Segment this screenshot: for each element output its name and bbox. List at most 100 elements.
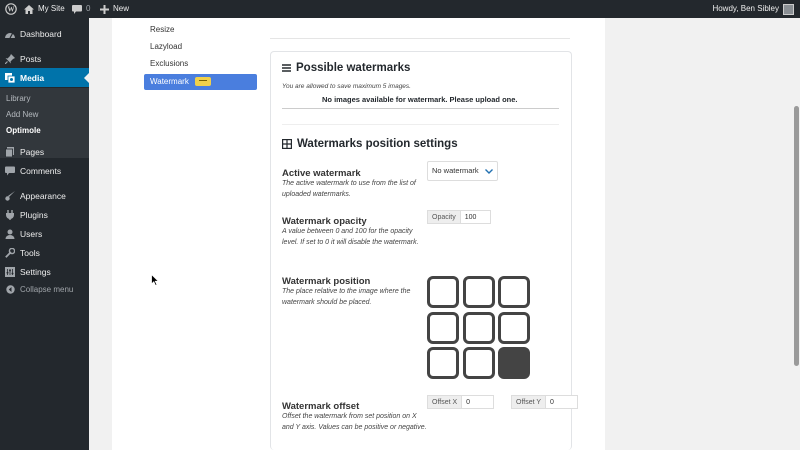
position-cell-bottom-center[interactable] [463,347,495,379]
scrollbar-thumb[interactable] [794,106,799,366]
submenu-item-library[interactable]: Library [6,94,30,103]
greeting: Howdy, Ben Sibley [712,4,779,13]
plugins-icon [0,209,20,220]
position-desc: The place relative to the image where th… [282,288,411,306]
sidebar-item-dashboard[interactable]: Dashboard [0,24,89,43]
active-watermark-desc: The active watermark to use from the lis… [282,180,416,198]
admin-bar: W My Site 0 New Howdy, Ben Sibley [0,0,800,18]
sidebar-item-label: Users [20,228,43,239]
site-link[interactable]: My Site [24,0,65,18]
select-value: No watermark [432,166,479,175]
tools-icon [0,247,20,258]
sidebar-item-tools[interactable]: Tools [0,243,89,262]
position-cell-middle-left[interactable] [427,312,459,344]
position-cell-center[interactable] [463,312,495,344]
offset-x-group: Offset X 0 [427,395,495,409]
opacity-title: Watermark opacity [282,216,367,227]
position-cell-bottom-right[interactable] [498,347,530,379]
position-cell-bottom-left[interactable] [427,347,459,379]
opacity-desc: A value between 0 and 100 for the opacit… [282,228,419,246]
tab-lazyload[interactable]: Lazyload [144,39,257,55]
collapse-menu-button[interactable]: Collapse menu [0,280,89,299]
submenu-item-add-new[interactable]: Add New [6,110,38,119]
possible-watermarks-heading: Possible watermarks [282,62,410,74]
max-images-note: You are allowed to save maximum 5 images… [282,83,411,90]
wordpress-logo-icon[interactable]: W [5,0,17,18]
opacity-input-group: Opacity 100 [427,210,491,224]
pages-icon [0,146,20,157]
avatar [783,3,794,15]
section-title: Watermarks position settings [297,138,458,150]
comment-bubble-icon [72,4,82,14]
new-badge-icon [194,77,211,87]
position-cell-middle-right[interactable] [498,312,530,344]
sidebar-item-label: Settings [20,266,51,277]
submenu-item-optimole[interactable]: Optimole [6,126,41,135]
appearance-icon [0,190,20,201]
opacity-input[interactable]: 100 [460,210,491,224]
offset-x-input[interactable]: 0 [462,395,495,409]
tab-resize[interactable]: Resize [144,22,257,38]
opacity-label: Opacity [427,210,461,224]
offset-title: Watermark offset [282,401,360,412]
new-content-link[interactable]: New [100,0,129,18]
grid-icon [282,139,292,149]
sidebar-item-label: Media [20,72,45,83]
settings-icon [0,266,20,277]
sidebar-item-settings[interactable]: Settings [0,262,89,281]
divider [282,124,559,125]
position-settings-heading: Watermarks position settings [282,138,458,150]
plus-icon [100,4,109,14]
tab-watermark[interactable]: Watermark [144,74,257,90]
sidebar-item-posts[interactable]: Posts [0,49,89,68]
sidebar-item-label: Posts [20,53,42,64]
tab-label: Watermark [150,77,189,86]
sidebar-item-label: Appearance [20,190,66,201]
sidebar-item-label: Comments [20,165,62,176]
sidebar-item-label: Tools [20,247,40,258]
offset-y-input[interactable]: 0 [546,395,579,409]
admin-sidebar: Dashboard Posts Media Library Add New Op… [0,18,89,450]
watermark-panel [270,51,572,450]
position-cell-top-right[interactable] [498,276,530,308]
sidebar-item-media[interactable]: Media [0,68,89,87]
sidebar-item-plugins[interactable]: Plugins [0,205,89,224]
sidebar-item-pages[interactable]: Pages [0,142,89,161]
comments-icon [0,166,20,176]
pin-icon [0,53,20,64]
position-cell-top-center[interactable] [463,276,495,308]
sidebar-item-label: Pages [20,146,45,157]
tab-exclusions[interactable]: Exclusions [144,56,257,72]
sidebar-item-comments[interactable]: Comments [0,161,89,180]
offset-y-group: Offset Y 0 [511,395,579,409]
collapse-menu-label: Collapse menu [20,285,74,294]
sidebar-item-users[interactable]: Users [0,224,89,243]
comments-count: 0 [86,4,91,13]
list-icon [282,64,291,72]
offset-x-label: Offset X [427,395,463,409]
section-title: Possible watermarks [296,62,411,74]
sidebar-item-appearance[interactable]: Appearance [0,186,89,205]
position-cell-top-left[interactable] [427,276,459,308]
offset-desc: Offset the watermark from set position o… [282,413,427,431]
active-watermark-select[interactable]: No watermark [427,161,498,181]
account-menu[interactable]: Howdy, Ben Sibley [712,0,794,18]
no-images-message: No images available for watermark. Pleas… [322,95,518,104]
new-label: New [113,4,130,13]
offset-y-label: Offset Y [511,395,547,409]
active-watermark-title: Active watermark [282,168,361,179]
site-name: My Site [38,4,65,13]
home-icon [24,4,34,14]
svg-text:W: W [8,6,15,14]
divider [270,38,570,39]
users-icon [0,229,20,239]
collapse-arrow-icon [0,285,20,294]
media-icon [0,72,20,83]
comments-link[interactable]: 0 [72,0,90,18]
chevron-down-icon [484,168,493,174]
optimole-settings-card: Resize Lazyload Exclusions Watermark Pos… [112,18,605,450]
page-scrollbar[interactable] [792,18,800,450]
divider [282,108,559,109]
mouse-cursor-icon [151,274,159,286]
dashboard-icon [0,29,20,39]
